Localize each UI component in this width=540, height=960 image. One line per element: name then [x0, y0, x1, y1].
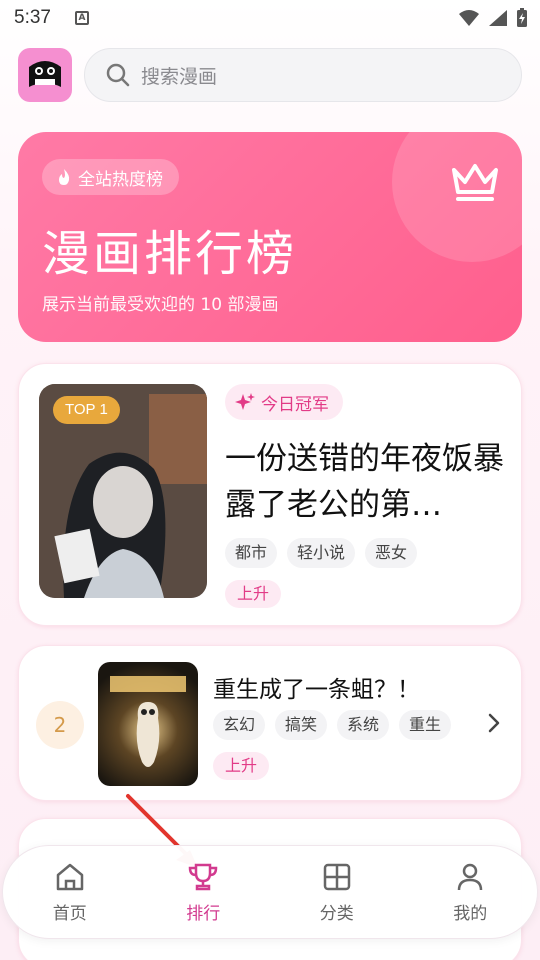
nav-label-home: 首页 — [52, 903, 87, 924]
tag-list-1: 都市 轻小说 恶女 — [225, 538, 418, 568]
ranking-banner: 全站热度榜 漫画排行榜 展示当前最受欢迎的 10 部漫画 — [18, 132, 522, 342]
nav-label-ranking: 排行 — [186, 903, 221, 924]
home-icon — [56, 863, 83, 890]
nav-label-category: 分类 — [319, 903, 354, 924]
search-icon — [106, 63, 130, 87]
sparkle-icon — [235, 393, 255, 410]
top-rank-badge: TOP 1 — [53, 396, 120, 424]
nav-label-profile: 我的 — [453, 903, 488, 924]
tag[interactable]: 都市 — [225, 538, 278, 568]
comic-cover-2[interactable] — [98, 662, 198, 786]
trend-badge-1: 上升 — [225, 580, 282, 608]
tag[interactable]: 重生 — [399, 710, 452, 740]
user-icon — [458, 863, 483, 890]
status-bar: 5:37 A — [0, 0, 540, 36]
tag[interactable]: 恶女 — [365, 538, 418, 568]
bottom-nav: 首页 排行 分类 我的 — [2, 845, 538, 939]
flame-icon — [59, 169, 70, 185]
banner-subtitle: 展示当前最受欢迎的 10 部漫画 — [42, 295, 279, 315]
crown-icon — [452, 164, 498, 201]
comic-title-2[interactable]: 重生成了一条蛆？！ — [213, 670, 420, 704]
book-mascot-icon — [29, 61, 61, 87]
chevron-right-icon[interactable] — [487, 712, 501, 734]
trophy-icon — [188, 863, 218, 890]
tag[interactable]: 系统 — [337, 710, 390, 740]
trend-badge-2: 上升 — [213, 752, 270, 780]
nav-item-ranking[interactable]: 排行 — [148, 861, 258, 924]
rank-card-1[interactable]: TOP 1 今日冠军 一份送错的年夜饭暴露了老公的第… 都市 轻小说 恶女 上升 — [18, 363, 522, 626]
tag-list-2: 玄幻 搞笑 系统 重生 — [213, 710, 452, 740]
battery-icon — [517, 8, 527, 27]
tag[interactable]: 玄幻 — [213, 710, 266, 740]
site-hot-label: 全站热度榜 — [78, 169, 163, 190]
nav-item-profile[interactable]: 我的 — [415, 861, 525, 924]
tag[interactable]: 搞笑 — [275, 710, 328, 740]
comic-title-1[interactable]: 一份送错的年夜饭暴露了老公的第… — [225, 436, 510, 528]
site-hot-badge: 全站热度榜 — [42, 159, 179, 195]
search-input[interactable]: 搜索漫画 — [84, 48, 522, 102]
status-icons — [458, 8, 528, 28]
header: 搜索漫画 — [18, 48, 522, 102]
nav-item-category[interactable]: 分类 — [282, 861, 392, 924]
tag[interactable]: 轻小说 — [287, 538, 356, 568]
banner-title: 漫画排行榜 — [42, 226, 298, 282]
search-placeholder: 搜索漫画 — [141, 65, 218, 88]
wifi-icon — [459, 10, 479, 26]
signal-icon — [489, 10, 507, 26]
today-champion-label: 今日冠军 — [261, 394, 329, 415]
cover-illustration — [110, 676, 186, 767]
rank-number-2: 2 — [36, 701, 84, 749]
rank-card-2[interactable]: 2 重生成了一条蛆？！ 玄幻 搞笑 系统 重生 上升 — [18, 645, 522, 801]
clock: 5:37 — [14, 7, 51, 28]
today-champion-badge: 今日冠军 — [225, 384, 343, 420]
notification-a-icon: A — [74, 11, 89, 25]
app-logo[interactable] — [18, 48, 72, 102]
comic-cover-1[interactable]: TOP 1 — [39, 384, 207, 598]
grid-icon — [323, 863, 350, 890]
nav-item-home[interactable]: 首页 — [15, 861, 125, 924]
